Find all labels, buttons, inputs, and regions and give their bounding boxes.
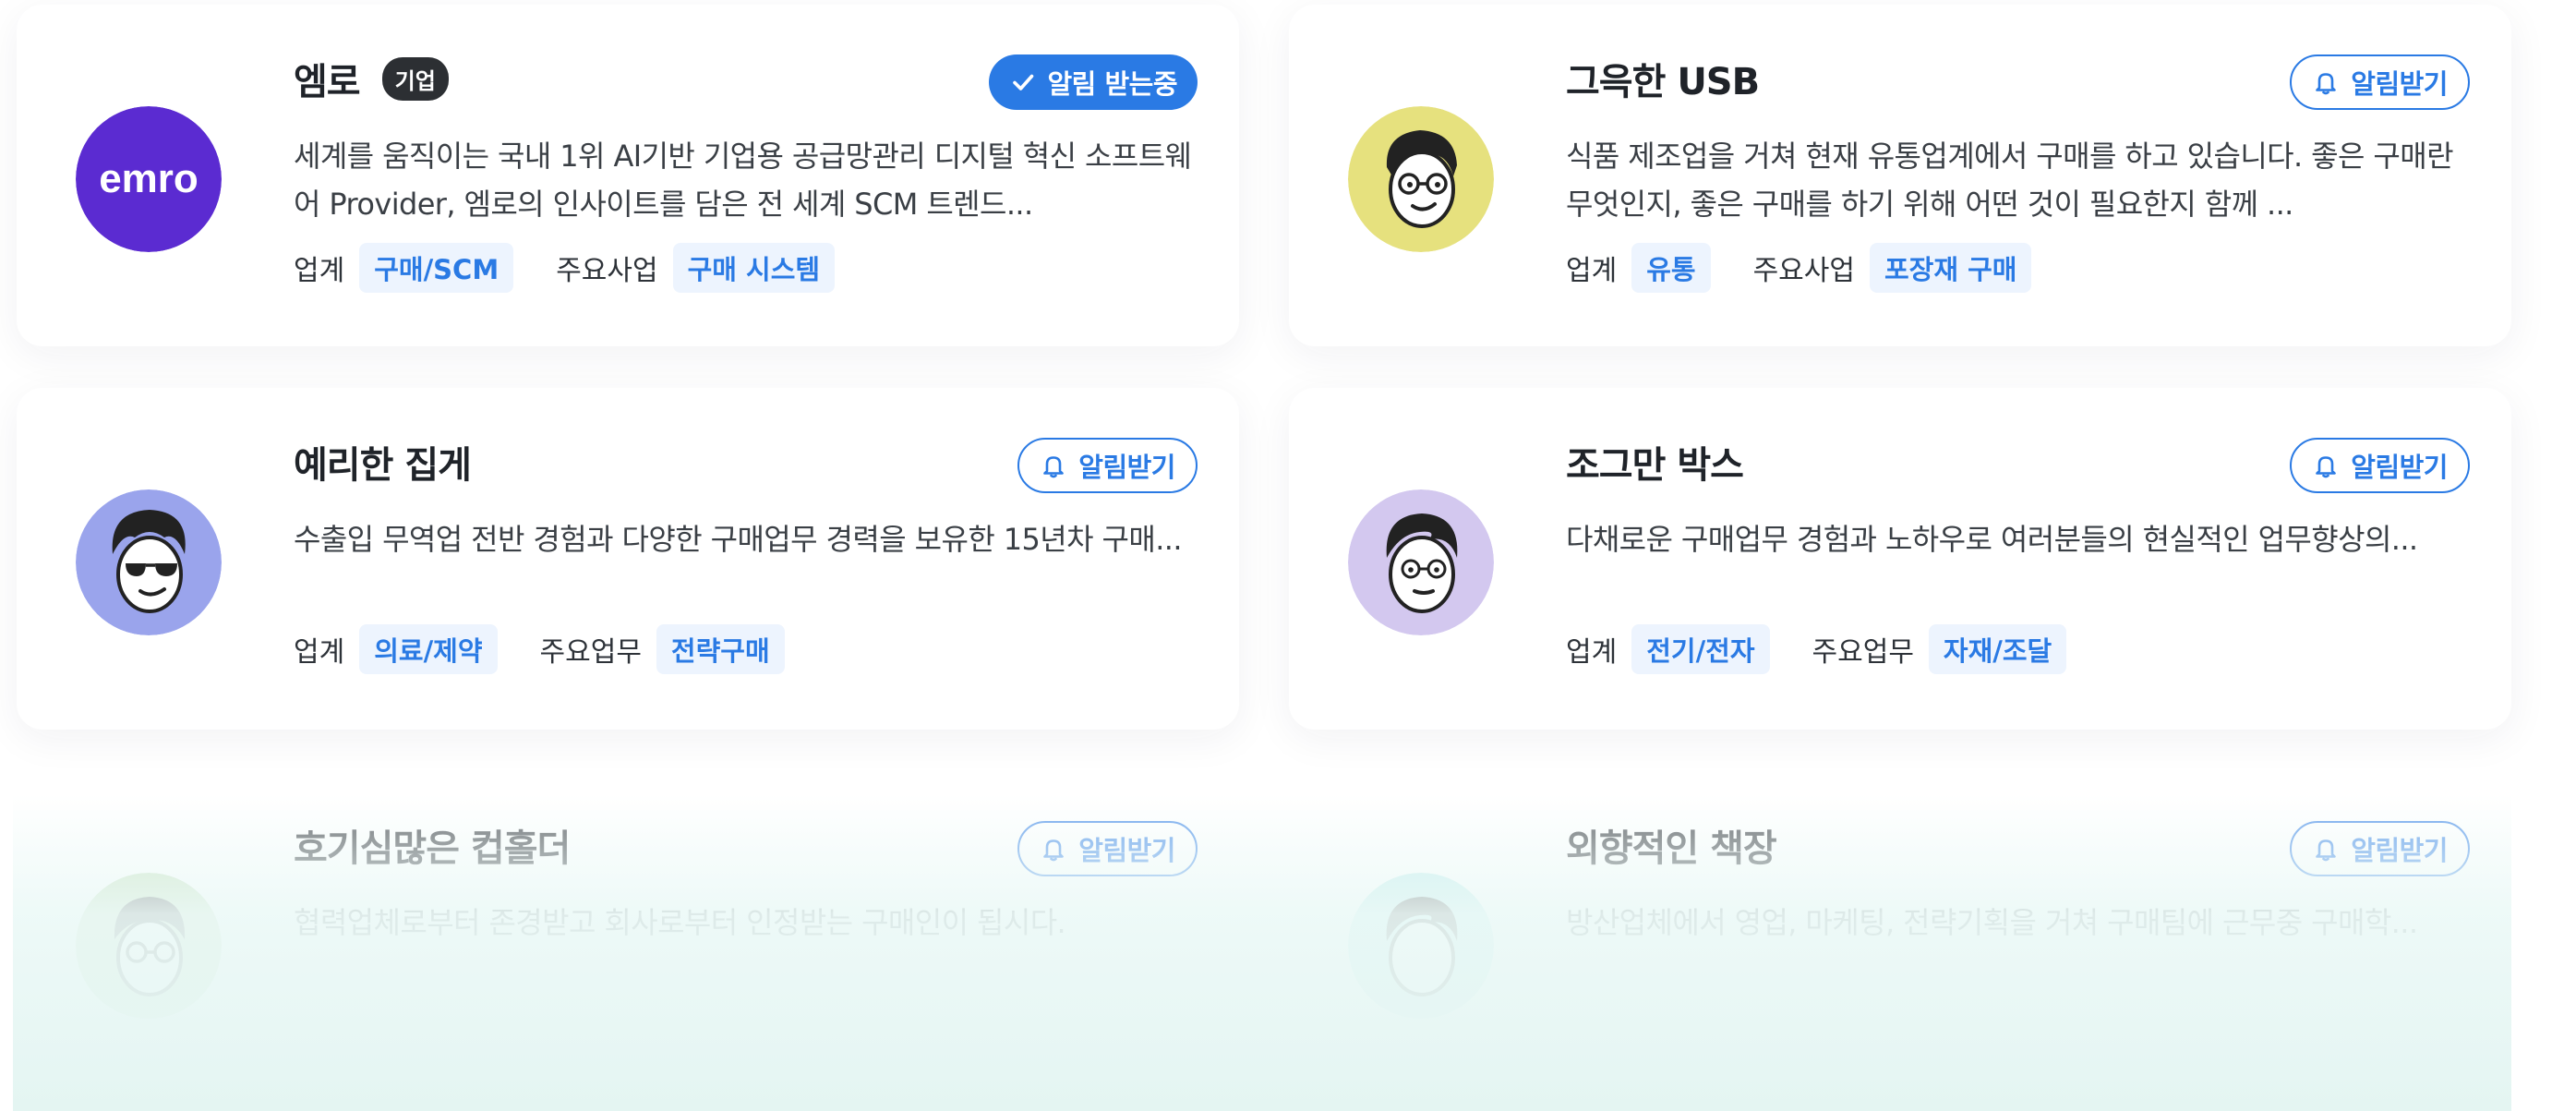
bell-icon <box>1040 452 1067 479</box>
expert-card[interactable]: 그윽한 USB 알림받기 식품 제조업을 거쳐 현재 유통업계에서 구매를 하고… <box>1289 5 2511 346</box>
subscribe-button-label: 알림받기 <box>2351 452 2448 483</box>
emro-logo-icon: emro <box>76 106 222 252</box>
industry-label: 업계 <box>1566 255 1618 287</box>
person-glasses-avatar-icon <box>76 873 222 1019</box>
expert-name: 조그만 박스 <box>1566 444 1744 487</box>
business-tag[interactable]: 자재/조달 <box>1928 624 2067 674</box>
subscribe-button-label: 알림받기 <box>1078 452 1175 483</box>
expert-card[interactable]: 외향적인 책장 알림받기 방산업체에서 영업, 마케팅, 전략기획을 거쳐 구매… <box>1289 771 2511 1111</box>
expert-card[interactable]: 호기심많은 컵홀더 알림받기 협력업체로부터 존경받고 회사로부터 인정받는 구… <box>17 771 1239 1111</box>
expert-description: 수출입 무역업 전반 경험과 다양한 구매업무 경력을 보유한 15년차 구매.… <box>294 522 1183 557</box>
bell-icon <box>2312 452 2340 479</box>
emro-logo-text: emro <box>99 156 199 201</box>
business-tag[interactable]: 구매 시스템 <box>672 243 836 293</box>
industry-tag[interactable]: 유통 <box>1631 243 1711 293</box>
subscribe-button[interactable]: 알림받기 <box>1017 821 1198 876</box>
subscribe-button-label: 알림 받는중 <box>1047 68 1178 100</box>
tag-row: 업계 유통 주요사업 포장재 구매 <box>1566 243 2074 293</box>
expert-name: 엠로 <box>294 61 361 103</box>
subscribed-button[interactable]: 알림 받는중 <box>988 54 1198 110</box>
business-label: 주요사업 <box>556 255 658 287</box>
industry-label: 업계 <box>294 255 345 287</box>
expert-card[interactable]: 예리한 집게 알림받기 수출입 무역업 전반 경험과 다양한 구매업무 경력을 … <box>17 388 1239 730</box>
industry-label: 업계 <box>294 636 345 669</box>
expert-description: 다채로운 구매업무 경험과 노하우로 여러분들의 현실적인 업무향상의... <box>1566 522 2418 557</box>
expert-name: 그윽한 USB <box>1566 61 1760 103</box>
subscribe-button[interactable]: 알림받기 <box>1017 438 1198 493</box>
subscribe-button-label: 알림받기 <box>2351 835 2448 866</box>
person-avatar-icon <box>1348 489 1494 635</box>
expert-card-grid: emro 엠로 기업 알림 받는중 세계를 움직이는 국내 1위 AI기반 기업… <box>0 0 2576 1111</box>
industry-tag[interactable]: 전기/전자 <box>1631 624 1770 674</box>
subscribe-button[interactable]: 알림받기 <box>2290 438 2470 493</box>
person-avatar-icon <box>1348 873 1494 1019</box>
bell-icon <box>1040 835 1067 863</box>
industry-tag[interactable]: 의료/제약 <box>359 624 498 674</box>
person-sunglasses-avatar-icon <box>76 489 222 635</box>
expert-name: 호기심많은 컵홀더 <box>294 827 571 870</box>
expert-description: 방산업체에서 영업, 마케팅, 전략기획을 거쳐 구매팀에 근무중 구매학... <box>1566 905 2418 940</box>
business-label: 주요사업 <box>1752 255 1855 287</box>
expert-name: 예리한 집게 <box>294 444 472 487</box>
industry-tag[interactable]: 구매/SCM <box>359 243 514 293</box>
business-label: 주요업무 <box>539 636 642 669</box>
subscribe-button[interactable]: 알림받기 <box>2290 821 2470 876</box>
tag-row: 업계 구매/SCM 주요사업 구매 시스템 <box>294 243 877 293</box>
person-glasses-avatar-icon <box>1348 106 1494 252</box>
tag-row: 업계 전기/전자 주요업무 자재/조달 <box>1566 624 2109 674</box>
expert-description: 식품 제조업을 거쳐 현재 유통업계에서 구매를 하고 있습니다. 좋은 구매란… <box>1566 139 2454 222</box>
business-label: 주요업무 <box>1812 636 1914 669</box>
expert-name: 외향적인 책장 <box>1566 827 1777 870</box>
expert-description: 협력업체로부터 존경받고 회사로부터 인정받는 구매인이 됩시다. <box>294 905 1066 940</box>
business-tag[interactable]: 전략구매 <box>656 624 785 674</box>
bell-icon <box>2312 68 2340 96</box>
bell-icon <box>2312 835 2340 863</box>
subscribe-button-label: 알림받기 <box>1078 835 1175 866</box>
expert-card[interactable]: emro 엠로 기업 알림 받는중 세계를 움직이는 국내 1위 AI기반 기업… <box>17 5 1239 346</box>
expert-card[interactable]: 조그만 박스 알림받기 다채로운 구매업무 경험과 노하우로 여러분들의 현실적… <box>1289 388 2511 730</box>
business-tag[interactable]: 포장재 구매 <box>1869 243 2032 293</box>
expert-description: 세계를 움직이는 국내 1위 AI기반 기업용 공급망관리 디지털 혁신 소프트… <box>294 139 1192 222</box>
subscribe-button[interactable]: 알림받기 <box>2290 54 2470 110</box>
industry-label: 업계 <box>1566 636 1618 669</box>
tag-row: 업계 의료/제약 주요업무 전략구매 <box>294 624 827 674</box>
company-badge: 기업 <box>381 56 449 101</box>
check-icon <box>1009 68 1037 96</box>
subscribe-button-label: 알림받기 <box>2351 68 2448 100</box>
